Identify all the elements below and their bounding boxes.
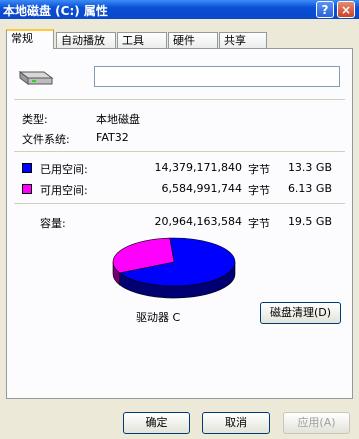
type-value: 本地磁盘	[96, 113, 140, 126]
title-bar: 本地磁盘 (C:) 属性 ? ×	[0, 0, 359, 19]
close-button[interactable]: ×	[337, 1, 355, 18]
disk-usage-pie-chart	[112, 237, 236, 299]
used-space-label: 已用空间:	[40, 163, 88, 176]
used-space-unit: 字节	[248, 163, 270, 176]
divider	[14, 151, 345, 152]
capacity-bytes: 20,964,163,584	[154, 215, 242, 228]
tab-general[interactable]: 常规	[6, 29, 54, 49]
tab-autoplay[interactable]: 自动播放	[56, 32, 116, 48]
used-space-swatch	[22, 163, 32, 173]
disk-cleanup-button[interactable]: 磁盘清理(D)	[260, 302, 341, 324]
divider	[14, 99, 345, 100]
cancel-button[interactable]: 取消	[202, 412, 270, 434]
ok-button[interactable]: 确定	[123, 412, 190, 434]
free-space-size: 6.13 GB	[287, 182, 332, 195]
hard-drive-icon	[18, 71, 54, 85]
capacity-unit: 字节	[248, 217, 270, 230]
apply-button[interactable]: 应用(A)	[283, 412, 350, 434]
capacity-label: 容量:	[40, 217, 66, 230]
type-label: 类型:	[22, 113, 48, 126]
drive-label: 驱动器 C	[136, 311, 181, 324]
divider	[14, 203, 345, 204]
filesystem-value: FAT32	[96, 131, 129, 144]
filesystem-label: 文件系统:	[22, 133, 70, 146]
tab-sharing[interactable]: 共享	[219, 32, 267, 48]
free-space-unit: 字节	[248, 184, 270, 197]
tab-tools[interactable]: 工具	[117, 32, 167, 48]
free-space-bytes: 6,584,991,744	[161, 182, 242, 195]
used-space-bytes: 14,379,171,840	[154, 161, 242, 174]
free-space-swatch	[22, 184, 32, 194]
capacity-size: 19.5 GB	[287, 215, 332, 228]
tab-hardware[interactable]: 硬件	[168, 32, 218, 48]
help-button[interactable]: ?	[316, 1, 334, 18]
used-space-size: 13.3 GB	[287, 161, 332, 174]
drive-name-input[interactable]	[94, 66, 340, 87]
window-title: 本地磁盘 (C:) 属性	[3, 4, 108, 18]
free-space-label: 可用空间:	[40, 184, 88, 197]
